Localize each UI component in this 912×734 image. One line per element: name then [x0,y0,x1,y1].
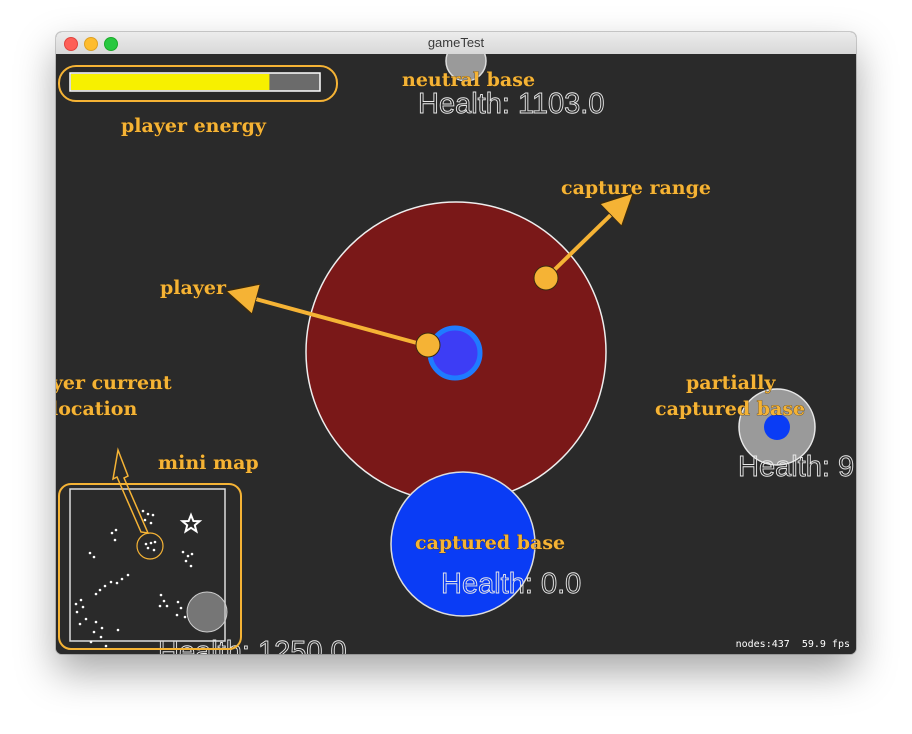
mini-map-dot [79,598,83,602]
mini-map-dot [183,615,187,619]
title-bar: gameTest [56,32,856,55]
mini-map-dot [81,605,85,609]
capture-range-arrow-dot [533,265,559,291]
mini-map-dot [126,573,130,577]
mini-map-dot [146,512,150,516]
mini-map-dot [151,513,155,517]
player-location-arrow [112,447,150,534]
label-player-current-location-2: location [56,398,137,420]
bottom-base-health: Health: 1250.0 [158,636,347,654]
mini-map-dot [190,552,194,556]
mini-map-dot [84,617,88,621]
mini-map-dot [152,548,156,552]
fps-counter: 59.9 fps [801,639,850,650]
mini-map-dot [186,554,190,558]
player-arrow-dot [415,332,441,358]
mini-map-star-marker [179,512,203,534]
label-captured-base: captured base [415,532,565,554]
label-partially-captured-1: partially [686,372,776,394]
mini-map-dot [109,580,113,584]
mini-map-dot [94,620,98,624]
game-scene[interactable]: Health: 1103.0 Health: 0.0 Health: 9 Hea… [56,54,856,654]
mini-map-dot [159,593,163,597]
label-partially-captured-2: captured base [655,398,805,420]
mini-map-dot [149,521,153,525]
mini-map-dot [92,555,96,559]
mini-map-dot [120,577,124,581]
mini-map-dot [143,518,147,522]
mini-map-dot [158,604,162,608]
mini-map-dot [88,551,92,555]
label-player: player [160,277,227,299]
mini-map-dot [176,600,180,604]
mini-map-dot [99,635,103,639]
label-player-current-location-1: player current [56,372,172,394]
mini-map-base-marker [186,591,228,633]
performance-stats: nodes:437 59.9 fps [736,639,850,650]
mini-map-dot [89,640,93,644]
window-title: gameTest [427,35,485,50]
label-neutral-base: neutral base [402,69,535,91]
mini-map-dot [141,509,145,513]
mini-map-dot [92,630,96,634]
mini-map-dot [115,581,119,585]
mini-map-dot [181,550,185,554]
mini-map-dot [75,610,79,614]
mini-map-dot [78,622,82,626]
mini-map-dot [179,606,183,610]
mini-map-dot [149,541,153,545]
mini-map-dot [103,584,107,588]
mini-map-dot [98,588,102,592]
game-window: gameTest Health: 1103.0 Health: 0.0 Heal… [56,32,856,654]
game-canvas: Health: 1103.0 Health: 0.0 Health: 9 Hea… [56,54,855,654]
mini-map-dot [116,628,120,632]
mini-map-dot [144,542,148,546]
mini-map-dots [74,509,194,648]
mini-map-dot [100,626,104,630]
node-count: nodes:437 [735,639,790,650]
mini-map-dot [94,592,98,596]
player-location-marker [136,532,164,560]
mini-map-dot [165,604,169,608]
mini-map-dot [146,546,150,550]
mini-map-dot [175,613,179,617]
mini-map-dot [110,531,114,535]
energy-bar-fill [71,74,270,90]
label-capture-range: capture range [561,177,711,199]
mini-map-dot [104,644,108,648]
mini-map-dot [162,599,166,603]
mini-map-dot [189,564,193,568]
neutral-base-health: Health: 1103.0 [418,88,605,120]
partially-captured-base-health: Health: 9 [738,451,854,483]
mini-map-dot [114,528,118,532]
captured-base-health: Health: 0.0 [441,568,581,600]
label-player-energy: player energy [121,115,267,137]
mini-map[interactable] [69,488,228,648]
mini-map-dot [113,538,117,542]
mini-map-dot [74,602,78,606]
label-mini-map: mini map [158,452,259,474]
mini-map-dot [153,540,157,544]
mini-map-dot [184,559,188,563]
